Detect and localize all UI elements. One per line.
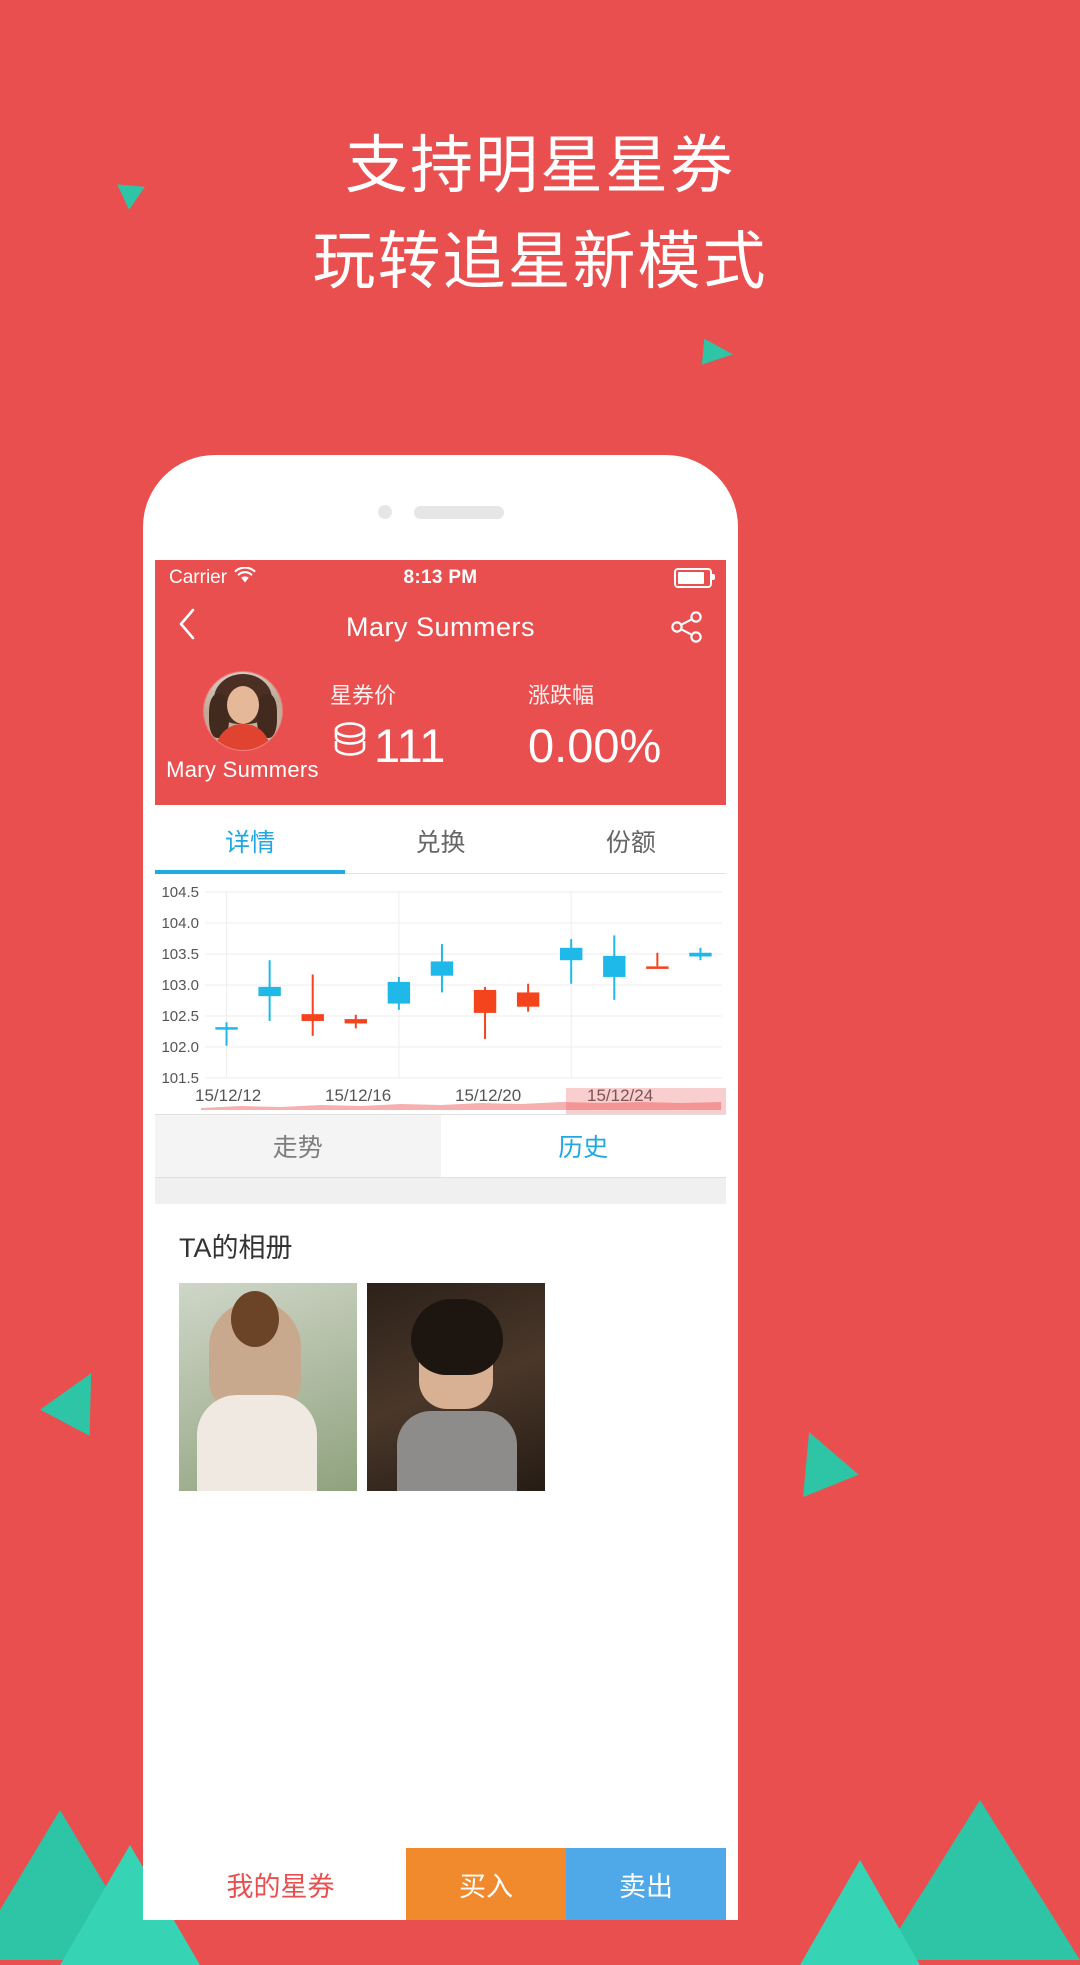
svg-text:101.5: 101.5 <box>161 1070 199 1084</box>
profile-avatar-column: Mary Summers <box>155 672 330 783</box>
chart-range-sparkline <box>201 1102 721 1110</box>
tab-bar: 详情 兑换 份额 <box>155 805 726 874</box>
chart-candles <box>215 935 712 1046</box>
svg-text:102.0: 102.0 <box>161 1039 199 1056</box>
album-photo-list <box>179 1283 702 1491</box>
chart-canvas: 101.5 102.0 102.5 103.0 103.5 104.0 104.5 <box>161 884 722 1084</box>
promo-headline: 支持明星星券 玩转追星新模式 <box>0 118 1080 310</box>
tab-exchange[interactable]: 兑换 <box>345 805 535 873</box>
svg-text:103.0: 103.0 <box>161 977 199 994</box>
album-photo-1[interactable] <box>179 1283 357 1491</box>
decor-triangle-left-lower <box>40 1360 116 1436</box>
change-label: 涨跌幅 <box>528 683 595 708</box>
status-bar: Carrier 8:13 PM <box>155 560 726 596</box>
price-value-row: 111 <box>330 718 528 773</box>
phone-mockup: Carrier 8:13 PM Mary Summers Mary Summer… <box>143 455 738 1920</box>
page-title: Mary Summers <box>345 611 535 642</box>
price-label: 星券价 <box>330 683 397 708</box>
decor-triangle-right-top <box>701 338 735 368</box>
back-button[interactable] <box>177 607 197 647</box>
subtab-history[interactable]: 历史 <box>440 1115 726 1177</box>
change-value: 0.00% <box>528 719 662 772</box>
decor-triangle-bottom-right-b <box>800 1860 920 1965</box>
change-column: 涨跌幅 0.00% <box>528 672 726 773</box>
decor-triangle-right-lower <box>781 1420 859 1498</box>
tab-shares[interactable]: 份额 <box>536 805 726 873</box>
profile-name: Mary Summers <box>166 757 319 782</box>
subtab-trend[interactable]: 走势 <box>155 1115 441 1177</box>
battery-icon <box>674 568 715 588</box>
headline-line-2: 玩转追星新模式 <box>312 227 768 297</box>
avatar[interactable] <box>203 672 282 750</box>
coin-stack-icon <box>330 718 370 773</box>
svg-text:103.5: 103.5 <box>161 946 199 963</box>
bottom-action-bar: 我的星券 买入 卖出 <box>155 1848 726 1920</box>
sub-tab-bar: 走势 历史 <box>155 1114 726 1178</box>
album-photo-2[interactable] <box>367 1283 545 1491</box>
svg-text:104.5: 104.5 <box>161 884 199 901</box>
nav-bar: Mary Summers <box>155 596 726 658</box>
share-button[interactable] <box>670 611 704 643</box>
phone-speaker-area <box>377 505 504 519</box>
chart-gridlines <box>205 891 722 1079</box>
my-coupons-button[interactable]: 我的星券 <box>155 1848 406 1920</box>
section-divider <box>155 1178 726 1204</box>
sell-button[interactable]: 卖出 <box>566 1848 726 1920</box>
chart-x-axis: 15/12/12 15/12/16 15/12/20 15/12/24 <box>155 1084 726 1114</box>
price-column: 星券价 111 <box>330 672 528 773</box>
status-bar-right <box>674 568 715 588</box>
album-section: TA的相册 <box>155 1204 726 1491</box>
phone-screen: Carrier 8:13 PM Mary Summers Mary Summer… <box>155 560 726 1920</box>
chart-range-scrollbar[interactable] <box>201 1088 726 1114</box>
profile-summary: Mary Summers 星券价 111 涨跌幅 0.00% <box>155 658 726 805</box>
tab-detail[interactable]: 详情 <box>155 805 346 874</box>
front-camera-icon <box>377 505 392 519</box>
svg-text:102.5: 102.5 <box>161 1008 199 1025</box>
album-title: TA的相册 <box>179 1233 293 1263</box>
buy-button[interactable]: 买入 <box>406 1848 566 1920</box>
price-value: 111 <box>374 719 446 772</box>
status-bar-clock: 8:13 PM <box>403 567 478 588</box>
headline-line-1: 支持明星星券 <box>345 131 735 201</box>
chart-y-tick-labels: 101.5 102.0 102.5 103.0 103.5 104.0 104.5 <box>161 884 199 1084</box>
earpiece-grille-icon <box>413 505 504 519</box>
svg-text:104.0: 104.0 <box>161 915 199 932</box>
candlestick-chart[interactable]: 101.5 102.0 102.5 103.0 103.5 104.0 104.5 15/1… <box>155 874 726 1114</box>
